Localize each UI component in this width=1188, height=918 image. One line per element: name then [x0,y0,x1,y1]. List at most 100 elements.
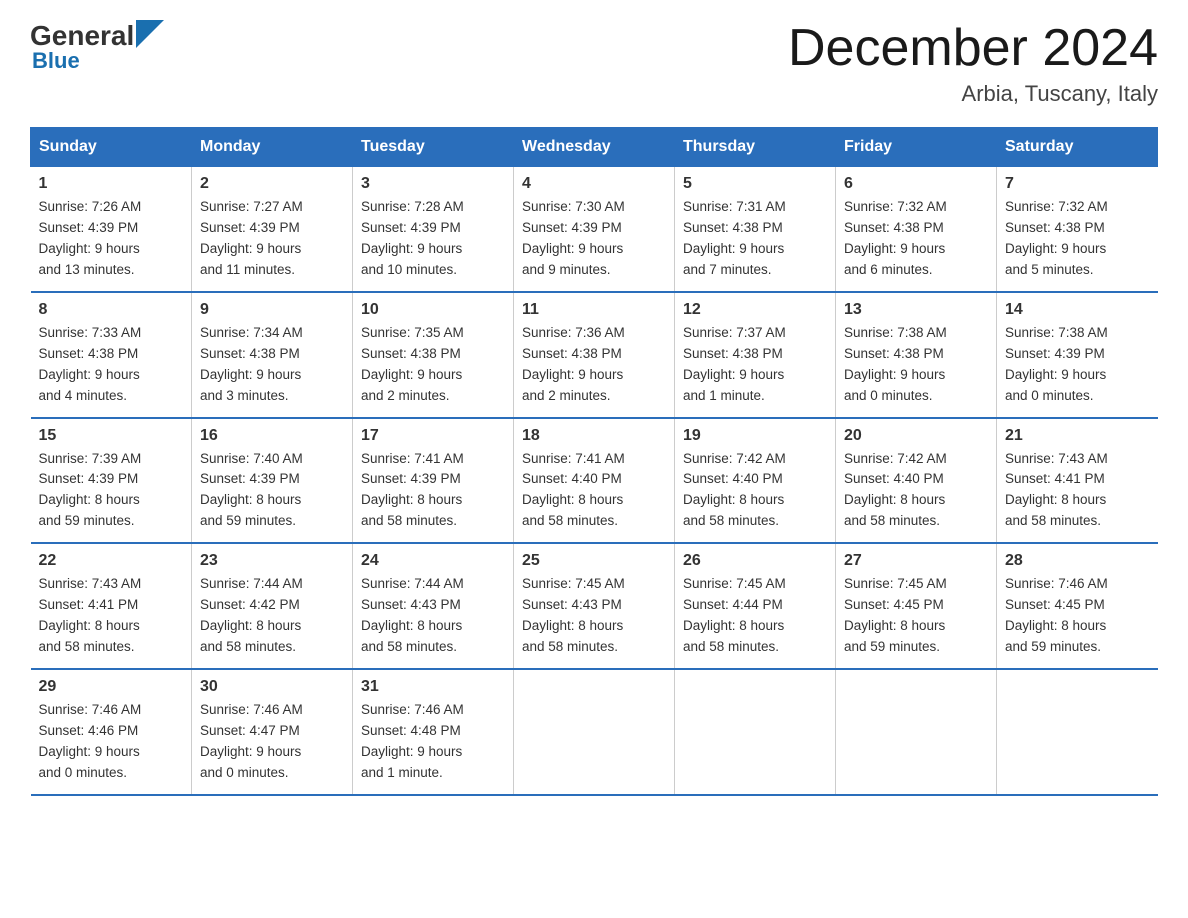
day-cell-25: 25 Sunrise: 7:45 AMSunset: 4:43 PMDaylig… [514,543,675,669]
header-monday: Monday [192,128,353,167]
day-number: 18 [522,427,666,445]
location-subtitle: Arbia, Tuscany, Italy [788,81,1158,107]
day-cell-23: 23 Sunrise: 7:44 AMSunset: 4:42 PMDaylig… [192,543,353,669]
day-number: 13 [844,301,988,319]
day-info: Sunrise: 7:26 AMSunset: 4:39 PMDaylight:… [39,197,184,281]
day-number: 3 [361,175,505,193]
day-cell-17: 17 Sunrise: 7:41 AMSunset: 4:39 PMDaylig… [353,418,514,544]
day-number: 15 [39,427,184,445]
month-title: December 2024 [788,20,1158,77]
header-saturday: Saturday [997,128,1158,167]
day-info: Sunrise: 7:39 AMSunset: 4:39 PMDaylight:… [39,449,184,533]
day-cell-19: 19 Sunrise: 7:42 AMSunset: 4:40 PMDaylig… [675,418,836,544]
day-number: 28 [1005,552,1150,570]
day-info: Sunrise: 7:46 AMSunset: 4:47 PMDaylight:… [200,700,344,784]
day-number: 25 [522,552,666,570]
day-cell-empty-4 [675,669,836,795]
day-cell-3: 3 Sunrise: 7:28 AMSunset: 4:39 PMDayligh… [353,167,514,292]
header-friday: Friday [836,128,997,167]
week-row-3: 15 Sunrise: 7:39 AMSunset: 4:39 PMDaylig… [31,418,1158,544]
day-cell-30: 30 Sunrise: 7:46 AMSunset: 4:47 PMDaylig… [192,669,353,795]
day-number: 5 [683,175,827,193]
day-number: 16 [200,427,344,445]
header-thursday: Thursday [675,128,836,167]
day-info: Sunrise: 7:40 AMSunset: 4:39 PMDaylight:… [200,449,344,533]
week-row-2: 8 Sunrise: 7:33 AMSunset: 4:38 PMDayligh… [31,292,1158,418]
day-number: 8 [39,301,184,319]
day-number: 4 [522,175,666,193]
day-cell-9: 9 Sunrise: 7:34 AMSunset: 4:38 PMDayligh… [192,292,353,418]
day-number: 12 [683,301,827,319]
calendar-header-row: SundayMondayTuesdayWednesdayThursdayFrid… [31,128,1158,167]
day-cell-26: 26 Sunrise: 7:45 AMSunset: 4:44 PMDaylig… [675,543,836,669]
title-area: December 2024 Arbia, Tuscany, Italy [788,20,1158,107]
day-cell-31: 31 Sunrise: 7:46 AMSunset: 4:48 PMDaylig… [353,669,514,795]
day-number: 24 [361,552,505,570]
day-cell-29: 29 Sunrise: 7:46 AMSunset: 4:46 PMDaylig… [31,669,192,795]
day-info: Sunrise: 7:44 AMSunset: 4:43 PMDaylight:… [361,574,505,658]
header-tuesday: Tuesday [353,128,514,167]
day-number: 21 [1005,427,1150,445]
header-wednesday: Wednesday [514,128,675,167]
day-number: 2 [200,175,344,193]
day-info: Sunrise: 7:32 AMSunset: 4:38 PMDaylight:… [844,197,988,281]
day-info: Sunrise: 7:44 AMSunset: 4:42 PMDaylight:… [200,574,344,658]
day-info: Sunrise: 7:28 AMSunset: 4:39 PMDaylight:… [361,197,505,281]
day-info: Sunrise: 7:45 AMSunset: 4:44 PMDaylight:… [683,574,827,658]
day-cell-7: 7 Sunrise: 7:32 AMSunset: 4:38 PMDayligh… [997,167,1158,292]
day-number: 1 [39,175,184,193]
day-number: 26 [683,552,827,570]
day-info: Sunrise: 7:30 AMSunset: 4:39 PMDaylight:… [522,197,666,281]
header-sunday: Sunday [31,128,192,167]
day-cell-14: 14 Sunrise: 7:38 AMSunset: 4:39 PMDaylig… [997,292,1158,418]
day-cell-4: 4 Sunrise: 7:30 AMSunset: 4:39 PMDayligh… [514,167,675,292]
day-cell-15: 15 Sunrise: 7:39 AMSunset: 4:39 PMDaylig… [31,418,192,544]
day-cell-1: 1 Sunrise: 7:26 AMSunset: 4:39 PMDayligh… [31,167,192,292]
day-info: Sunrise: 7:41 AMSunset: 4:39 PMDaylight:… [361,449,505,533]
day-cell-6: 6 Sunrise: 7:32 AMSunset: 4:38 PMDayligh… [836,167,997,292]
day-cell-21: 21 Sunrise: 7:43 AMSunset: 4:41 PMDaylig… [997,418,1158,544]
day-info: Sunrise: 7:42 AMSunset: 4:40 PMDaylight:… [844,449,988,533]
day-cell-18: 18 Sunrise: 7:41 AMSunset: 4:40 PMDaylig… [514,418,675,544]
day-info: Sunrise: 7:46 AMSunset: 4:48 PMDaylight:… [361,700,505,784]
day-number: 19 [683,427,827,445]
day-number: 6 [844,175,988,193]
day-cell-12: 12 Sunrise: 7:37 AMSunset: 4:38 PMDaylig… [675,292,836,418]
day-info: Sunrise: 7:37 AMSunset: 4:38 PMDaylight:… [683,323,827,407]
day-cell-11: 11 Sunrise: 7:36 AMSunset: 4:38 PMDaylig… [514,292,675,418]
day-info: Sunrise: 7:43 AMSunset: 4:41 PMDaylight:… [39,574,184,658]
day-cell-empty-6 [997,669,1158,795]
day-cell-5: 5 Sunrise: 7:31 AMSunset: 4:38 PMDayligh… [675,167,836,292]
logo: General Blue [30,20,164,74]
day-info: Sunrise: 7:42 AMSunset: 4:40 PMDaylight:… [683,449,827,533]
logo-triangle-icon [136,20,164,48]
day-info: Sunrise: 7:31 AMSunset: 4:38 PMDaylight:… [683,197,827,281]
logo-blue-text: Blue [32,48,80,74]
day-info: Sunrise: 7:32 AMSunset: 4:38 PMDaylight:… [1005,197,1150,281]
day-info: Sunrise: 7:46 AMSunset: 4:46 PMDaylight:… [39,700,184,784]
day-info: Sunrise: 7:45 AMSunset: 4:45 PMDaylight:… [844,574,988,658]
week-row-5: 29 Sunrise: 7:46 AMSunset: 4:46 PMDaylig… [31,669,1158,795]
day-cell-2: 2 Sunrise: 7:27 AMSunset: 4:39 PMDayligh… [192,167,353,292]
day-cell-24: 24 Sunrise: 7:44 AMSunset: 4:43 PMDaylig… [353,543,514,669]
day-cell-27: 27 Sunrise: 7:45 AMSunset: 4:45 PMDaylig… [836,543,997,669]
week-row-4: 22 Sunrise: 7:43 AMSunset: 4:41 PMDaylig… [31,543,1158,669]
day-info: Sunrise: 7:45 AMSunset: 4:43 PMDaylight:… [522,574,666,658]
calendar-table: SundayMondayTuesdayWednesdayThursdayFrid… [30,127,1158,795]
day-number: 10 [361,301,505,319]
day-number: 31 [361,678,505,696]
day-info: Sunrise: 7:38 AMSunset: 4:38 PMDaylight:… [844,323,988,407]
day-info: Sunrise: 7:27 AMSunset: 4:39 PMDaylight:… [200,197,344,281]
day-info: Sunrise: 7:34 AMSunset: 4:38 PMDaylight:… [200,323,344,407]
page-header: General Blue December 2024 Arbia, Tuscan… [30,20,1158,107]
day-info: Sunrise: 7:36 AMSunset: 4:38 PMDaylight:… [522,323,666,407]
day-info: Sunrise: 7:41 AMSunset: 4:40 PMDaylight:… [522,449,666,533]
day-info: Sunrise: 7:43 AMSunset: 4:41 PMDaylight:… [1005,449,1150,533]
day-number: 20 [844,427,988,445]
day-cell-22: 22 Sunrise: 7:43 AMSunset: 4:41 PMDaylig… [31,543,192,669]
day-info: Sunrise: 7:46 AMSunset: 4:45 PMDaylight:… [1005,574,1150,658]
day-number: 17 [361,427,505,445]
day-cell-empty-3 [514,669,675,795]
day-number: 23 [200,552,344,570]
day-cell-20: 20 Sunrise: 7:42 AMSunset: 4:40 PMDaylig… [836,418,997,544]
